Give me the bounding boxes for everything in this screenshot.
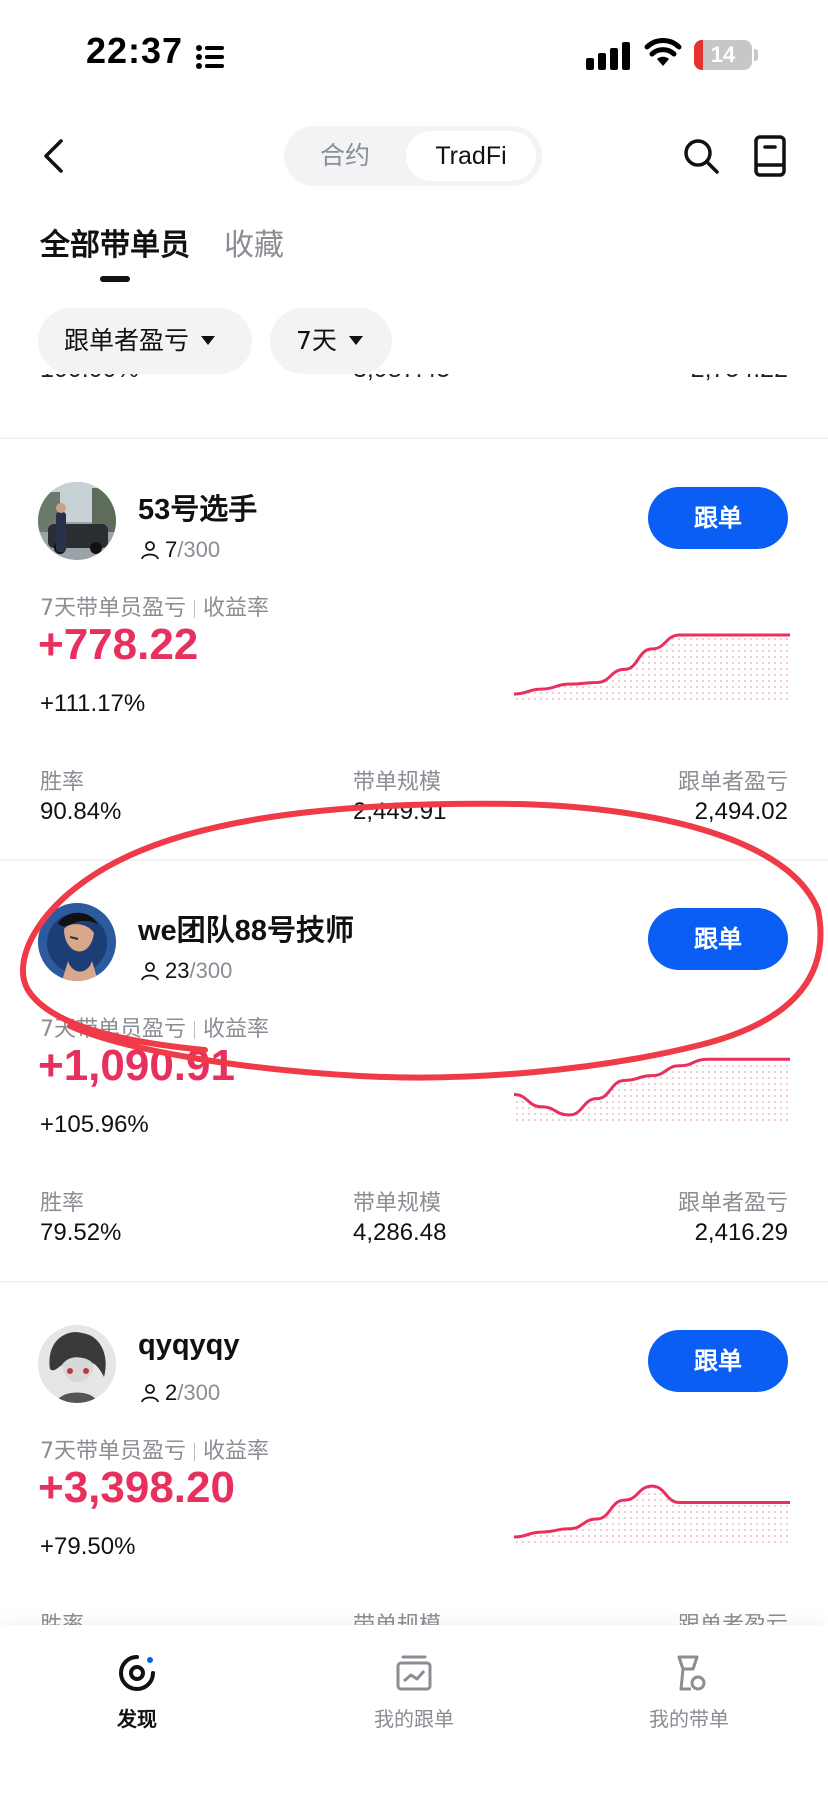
active-tab-indicator [100, 276, 130, 282]
status-bar: 22:37 14 [0, 0, 828, 110]
battery-percent: 14 [710, 42, 736, 67]
segment-tradfi[interactable]: TradFi [406, 131, 536, 181]
win-rate-label: 胜率 [40, 770, 85, 795]
label-separator [194, 1443, 195, 1461]
back-arrow-icon[interactable] [34, 136, 74, 176]
follower-max: /300 [189, 958, 233, 983]
previous-card-stats: 100.00% 3,987.45 2,754.22 [0, 374, 828, 394]
nav-discover[interactable]: 发现 [62, 1651, 212, 1732]
prev-follower-pnl: 2,754.22 [691, 374, 788, 384]
battery-cap [754, 49, 758, 61]
sort-filter-label: 跟单者盈亏 [64, 326, 190, 355]
nav-my-following-label: 我的跟单 [374, 1707, 454, 1731]
scale-label: 带单规模 [353, 1191, 442, 1216]
period-filter-label: 7天 [296, 326, 337, 355]
pnl-label: 7天带单员盈亏 [40, 596, 186, 621]
discover-icon [119, 1655, 155, 1691]
follower-pnl-label: 跟单者盈亏 [677, 1191, 788, 1216]
period-filter[interactable]: 7天 [270, 308, 392, 374]
follow-button[interactable]: 跟单 [648, 908, 788, 970]
battery-icon: 14 [694, 40, 752, 70]
trader-avatar[interactable] [38, 482, 116, 560]
trader-pnl: +3,398.20 [38, 1463, 235, 1512]
label-separator [194, 1021, 195, 1039]
pnl-label: 7天带单员盈亏 [40, 1017, 186, 1042]
copy-trade-icon [396, 1655, 432, 1691]
trader-pnl: +1,090.91 [38, 1041, 235, 1090]
trader-avatar[interactable] [38, 1325, 116, 1403]
pnl-trend-chart [514, 633, 790, 704]
follower-max: /300 [177, 537, 221, 562]
follower-pnl-value: 2,494.02 [694, 798, 788, 825]
follower-count: 2/300 [140, 1380, 220, 1406]
signal-icon [586, 42, 630, 70]
follow-button[interactable]: 跟单 [648, 487, 788, 549]
sort-filter[interactable]: 跟单者盈亏 [38, 308, 252, 374]
search-icon[interactable] [681, 136, 721, 176]
follower-current: 7 [165, 537, 178, 562]
pnl-label: 7天带单员盈亏 [40, 1439, 186, 1464]
guide-book-icon[interactable] [750, 134, 790, 178]
roi-label: 收益率 [203, 1439, 270, 1464]
card-divider [0, 1281, 828, 1283]
follower-current: 2 [165, 1380, 178, 1405]
tab-favorites[interactable]: 收藏 [224, 220, 284, 264]
win-rate-value: 79.52% [40, 1219, 122, 1246]
market-switch: 合约 TradFi [284, 126, 542, 186]
wifi-icon [644, 38, 682, 66]
trader-roi: +105.96% [40, 1111, 149, 1138]
follower-count: 23/300 [140, 958, 232, 984]
follower-pnl-label: 跟单者盈亏 [677, 770, 788, 795]
win-rate-value: 90.84% [40, 798, 122, 825]
user-icon [141, 1384, 159, 1403]
trader-avatar[interactable] [38, 903, 116, 981]
trader-name: qyqyqy [138, 1329, 240, 1361]
user-icon [141, 541, 159, 560]
pnl-roi-label: 7天带单员盈亏 收益率 [40, 1011, 269, 1043]
pnl-trend-chart [514, 1057, 790, 1125]
chevron-down-icon [348, 335, 363, 345]
prev-win-rate: 100.00% [40, 374, 139, 384]
roi-label: 收益率 [203, 1017, 270, 1042]
status-time: 22:37 [86, 30, 184, 71]
segment-futures[interactable]: 合约 [290, 131, 400, 181]
chevron-down-icon [201, 335, 216, 345]
card-divider [0, 437, 828, 439]
card-divider [0, 859, 828, 861]
roi-label: 收益率 [203, 596, 270, 621]
nav-my-following[interactable]: 我的跟单 [339, 1651, 489, 1732]
trader-card[interactable]: 53号选手 7/300 跟单 7天带单员盈亏 收益率 +778.22 +111.1… [0, 442, 828, 856]
trader-roi: +79.50% [40, 1533, 136, 1560]
bottom-nav: 发现 我的跟单 我的带单 [0, 1625, 828, 1795]
trader-name: 53号选手 [138, 494, 258, 526]
label-separator [194, 600, 195, 618]
pnl-roi-label: 7天带单员盈亏 收益率 [40, 590, 269, 622]
user-icon [141, 962, 159, 981]
follower-pnl-value: 2,416.29 [694, 1219, 788, 1246]
tab-all-traders[interactable]: 全部带单员 [40, 220, 190, 264]
trader-card[interactable]: we团队88号技师 23/300 跟单 7天带单员盈亏 收益率 +1,090.91… [0, 863, 828, 1277]
scale-label: 带单规模 [353, 770, 442, 795]
trend-area [514, 1059, 790, 1125]
trend-area [514, 1486, 790, 1547]
follower-current: 23 [165, 958, 190, 983]
follower-max: /300 [177, 1380, 221, 1405]
follow-button[interactable]: 跟单 [648, 1330, 788, 1392]
trader-pnl: +778.22 [38, 620, 199, 669]
prev-scale: 3,987.45 [353, 374, 450, 384]
nav-discover-label: 发现 [117, 1707, 157, 1731]
trend-area [514, 634, 790, 704]
follower-count: 7/300 [140, 537, 220, 563]
trader-roi: +111.17% [40, 690, 146, 717]
nav-my-leading-label: 我的带单 [649, 1707, 729, 1731]
pnl-roi-label: 7天带单员盈亏 收益率 [40, 1433, 269, 1465]
focus-list-icon [196, 45, 224, 69]
scale-value: 4,286.48 [353, 1219, 447, 1246]
nav-my-leading[interactable]: 我的带单 [614, 1651, 764, 1732]
win-rate-label: 胜率 [40, 1191, 85, 1216]
pnl-trend-chart [514, 1484, 790, 1547]
lead-trader-icon [677, 1655, 706, 1691]
trader-name: we团队88号技师 [138, 915, 354, 947]
scale-value: 2,449.91 [353, 798, 447, 825]
